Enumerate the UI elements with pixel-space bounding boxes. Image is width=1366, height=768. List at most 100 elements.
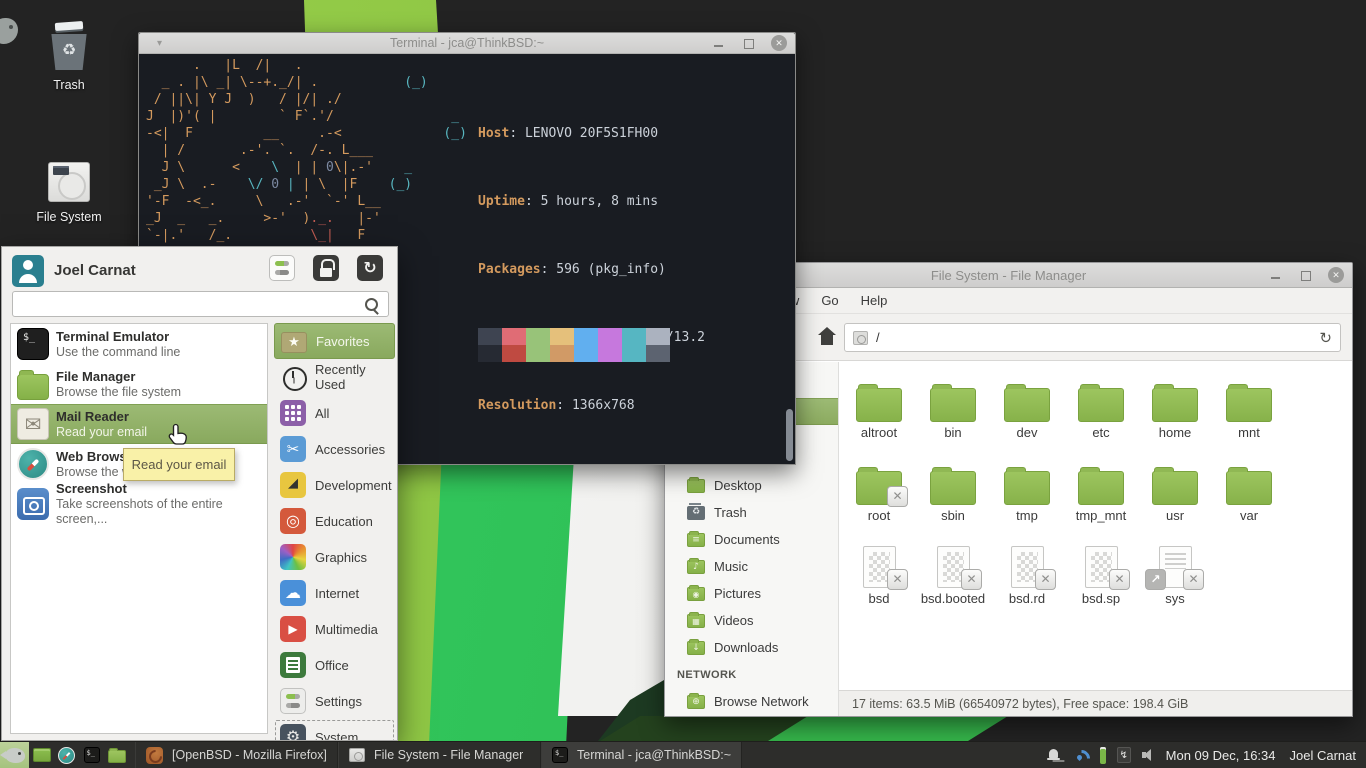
file-item[interactable]: tmp_mnt — [1064, 457, 1138, 540]
logout-icon[interactable] — [357, 255, 383, 281]
sidebar-item[interactable]: Music — [665, 553, 838, 580]
maximize-button[interactable] — [1298, 267, 1314, 283]
folder-icon — [1152, 388, 1198, 422]
file-item[interactable]: home — [1138, 374, 1212, 457]
file-item[interactable]: ✕ bsd — [842, 540, 916, 623]
app-item-subtitle: Use the command line — [56, 345, 180, 360]
path-bar[interactable]: / ↻ — [844, 323, 1341, 352]
file-item[interactable]: bin — [916, 374, 990, 457]
multimedia-icon — [280, 616, 306, 642]
folder-documents-icon — [687, 533, 705, 547]
file-item[interactable]: altroot — [842, 374, 916, 457]
file-item[interactable]: usr — [1138, 457, 1212, 540]
clock[interactable]: Mon 09 Dec, 16:34 — [1166, 742, 1276, 768]
search-input[interactable] — [13, 292, 388, 316]
palette-swatch — [646, 345, 670, 362]
launcher-button[interactable] — [79, 742, 104, 768]
sidebar-item[interactable]: Desktop — [665, 472, 838, 499]
whisker-menu-button[interactable] — [0, 742, 29, 768]
category-item-label: Recently Used — [315, 362, 395, 392]
fm-menu-item[interactable]: Help — [850, 293, 899, 308]
taskbar-window-button[interactable]: File System - File Manager — [338, 742, 541, 768]
category-item[interactable]: Education — [274, 503, 395, 539]
drive-icon — [853, 331, 868, 345]
file-item[interactable]: ↗✕ sys — [1138, 540, 1212, 623]
category-item[interactable]: Graphics — [274, 539, 395, 575]
show-desktop-icon — [33, 748, 51, 762]
internet-icon — [280, 580, 306, 606]
app-item[interactable]: Mail Reader Read your email — [11, 404, 267, 444]
launcher-button[interactable] — [54, 742, 79, 768]
refresh-icon[interactable]: ↻ — [1319, 329, 1332, 347]
file-item[interactable]: tmp — [990, 457, 1064, 540]
category-item[interactable]: Accessories — [274, 431, 395, 467]
file-item[interactable]: mnt — [1212, 374, 1286, 457]
file-item[interactable]: ✕ bsd.rd — [990, 540, 1064, 623]
battery-bar-icon[interactable] — [1100, 747, 1106, 764]
home-button[interactable] — [810, 321, 844, 353]
sidebar-item[interactable]: Trash — [665, 499, 838, 526]
desktop-icon[interactable]: File System — [26, 162, 112, 224]
file-item[interactable]: ✕ bsd.sp — [1064, 540, 1138, 623]
sidebar-item[interactable]: Documents — [665, 526, 838, 553]
volume-icon[interactable] — [1142, 749, 1156, 761]
power-manager-icon[interactable] — [1117, 747, 1131, 763]
file-item[interactable]: etc — [1064, 374, 1138, 457]
file-item-label: tmp — [1016, 508, 1038, 523]
sidebar-item-label: Downloads — [714, 640, 778, 655]
launcher-button[interactable] — [29, 742, 54, 768]
sidebar-item[interactable]: Browse Network — [665, 688, 838, 715]
file-item[interactable]: var — [1212, 457, 1286, 540]
fm-menu-item[interactable]: Go — [810, 293, 849, 308]
category-item[interactable]: System — [274, 719, 395, 740]
category-item[interactable]: Recently Used — [274, 359, 395, 395]
close-button[interactable] — [1328, 267, 1344, 283]
avatar[interactable] — [12, 255, 44, 287]
category-item[interactable]: Multimedia — [274, 611, 395, 647]
category-item[interactable]: Settings — [274, 683, 395, 719]
scrollbar-thumb[interactable] — [786, 409, 793, 461]
minimize-button[interactable] — [1268, 267, 1284, 283]
close-button[interactable] — [771, 35, 787, 51]
category-item[interactable]: Office — [274, 647, 395, 683]
notifications-icon[interactable] — [1047, 749, 1060, 761]
lock-icon[interactable] — [313, 255, 339, 281]
wifi-icon[interactable] — [1071, 748, 1089, 762]
terminal-titlebar[interactable]: ▾ Terminal - jca@ThinkBSD:~ — [139, 33, 795, 54]
symlink-emblem: ↗ — [1145, 569, 1166, 590]
taskbar-window-button[interactable]: Terminal - jca@ThinkBSD:~ — [541, 742, 742, 768]
sidebar-item[interactable]: Pictures — [665, 580, 838, 607]
app-item-title: Terminal Emulator — [56, 329, 180, 345]
folder-videos-icon — [687, 614, 705, 628]
chevron-down-icon[interactable]: ▾ — [157, 33, 162, 53]
app-item[interactable]: Screenshot Take screenshots of the entir… — [11, 484, 267, 524]
palette-swatch — [598, 328, 622, 345]
folder-network-icon — [687, 695, 705, 709]
category-item[interactable]: Internet — [274, 575, 395, 611]
file-item[interactable]: ✕ bsd.booted — [916, 540, 990, 623]
file-item[interactable]: ✕ root — [842, 457, 916, 540]
category-item[interactable]: Favorites — [274, 323, 395, 359]
category-item-label: Office — [315, 658, 349, 673]
file-item[interactable]: sbin — [916, 457, 990, 540]
app-item[interactable]: Terminal Emulator Use the command line — [11, 324, 267, 364]
search-box[interactable] — [12, 291, 389, 317]
palette-swatch — [574, 328, 598, 345]
sidebar-item[interactable]: Videos — [665, 607, 838, 634]
sidebar-item[interactable]: Downloads — [665, 634, 838, 661]
minimize-button[interactable] — [711, 35, 727, 51]
window-button-list: [OpenBSD - Mozilla Firefox] File System … — [129, 742, 742, 768]
tooltip: Read your email — [123, 448, 235, 481]
maximize-button[interactable] — [741, 35, 757, 51]
ascii-art: . |L /| . _ . |\ _| \--+._/| . (_) / ||\… — [146, 57, 467, 244]
sidebar-item[interactable]: NETWORK — [665, 661, 838, 688]
desktop-icon[interactable]: Trash — [26, 24, 112, 92]
app-item[interactable]: File Manager Browse the file system — [11, 364, 267, 404]
file-grid: altroot bin — [839, 362, 1352, 690]
category-item[interactable]: Development — [274, 467, 395, 503]
taskbar-window-button[interactable]: [OpenBSD - Mozilla Firefox] — [135, 742, 338, 768]
launcher-button[interactable] — [104, 742, 129, 768]
category-item[interactable]: All — [274, 395, 395, 431]
file-item[interactable]: dev — [990, 374, 1064, 457]
settings-toggles-icon[interactable] — [269, 255, 295, 281]
